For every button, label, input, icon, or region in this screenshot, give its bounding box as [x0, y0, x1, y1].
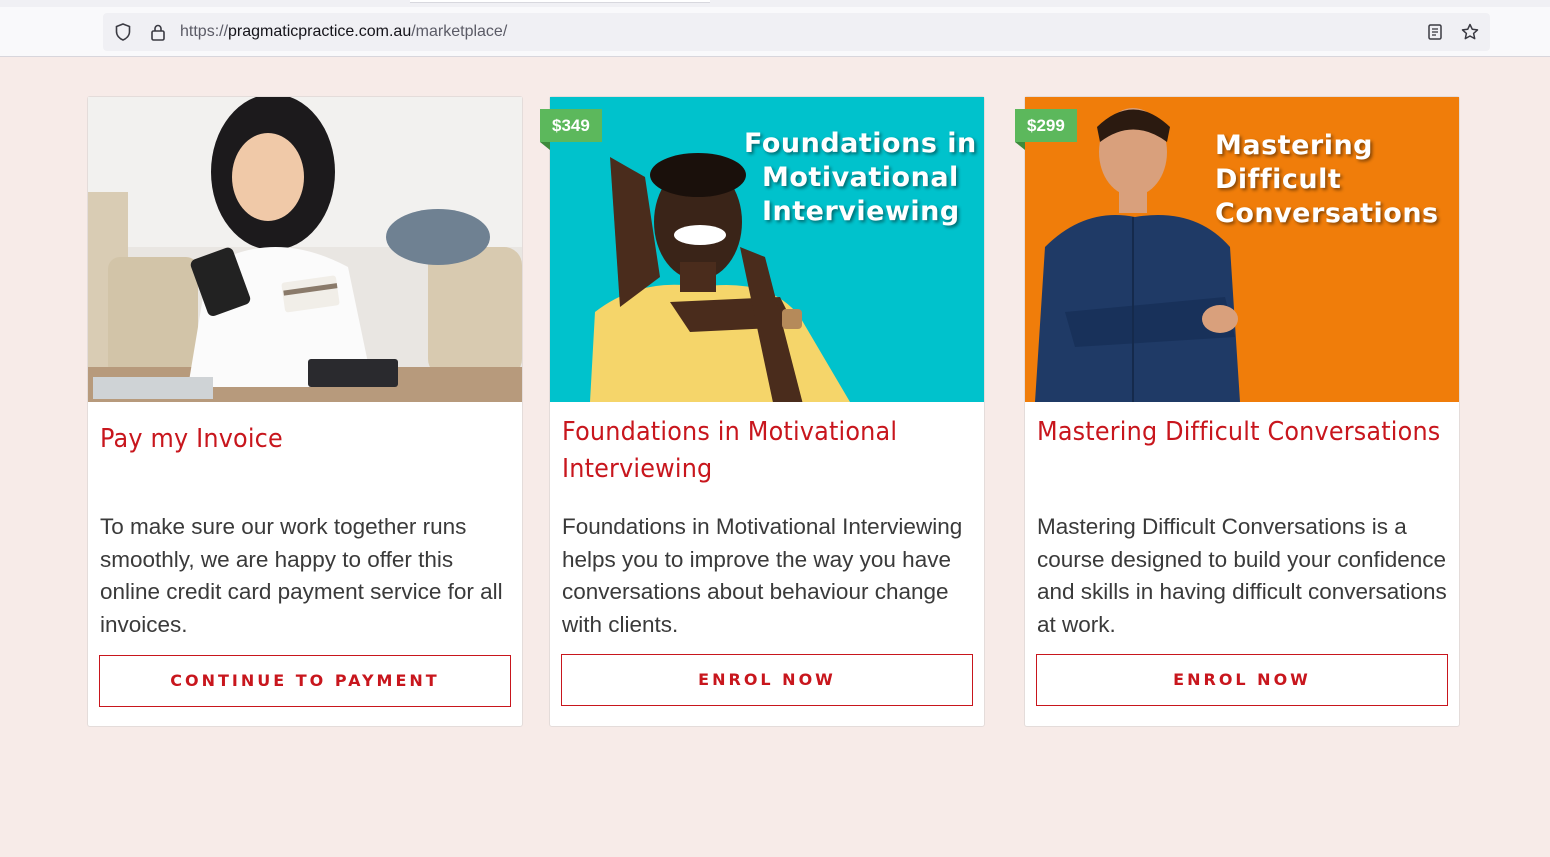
price-badge: $299: [1015, 109, 1077, 150]
enrol-now-button[interactable]: ENROL NOW: [1036, 654, 1448, 706]
card-title[interactable]: Foundations in Motivational Interviewing: [562, 414, 967, 488]
active-tab-edge[interactable]: [410, 0, 710, 3]
product-card-difficult-conversations: Mastering Difficult Conversations $299 M…: [1015, 96, 1460, 727]
card-description: Foundations in Motivational Interviewing…: [562, 514, 963, 637]
card-title[interactable]: Mastering Difficult Conversations: [1037, 414, 1442, 451]
card-description: To make sure our work together runs smoo…: [100, 514, 503, 637]
product-card-invoice: Pay my Invoice To make sure our work tog…: [87, 96, 523, 727]
difficult-conversations-banner[interactable]: Mastering Difficult Conversations: [1025, 97, 1459, 402]
url-text[interactable]: https://pragmaticpractice.com.au/marketp…: [180, 23, 507, 41]
url-path: /marketplace/: [411, 23, 508, 40]
hero-line-1: Mastering: [1215, 130, 1373, 161]
invoice-photo[interactable]: [88, 97, 522, 402]
shield-icon[interactable]: [113, 22, 133, 42]
reader-view-icon[interactable]: [1425, 22, 1445, 42]
product-card-motivational-interviewing: Foundations in Motivational Interviewing…: [540, 96, 985, 727]
address-bar[interactable]: https://pragmaticpractice.com.au/marketp…: [103, 13, 1490, 51]
price-badge: $349: [540, 109, 602, 150]
card-description: Mastering Difficult Conversations is a c…: [1037, 514, 1447, 637]
hero-line-2: Difficult: [1215, 164, 1342, 195]
hero-line-2: Motivational: [762, 162, 959, 193]
card-title[interactable]: Pay my Invoice: [100, 421, 505, 458]
enrol-now-button[interactable]: ENROL NOW: [561, 654, 973, 706]
url-host: pragmaticpractice.com.au: [228, 23, 412, 40]
tab-strip: [0, 0, 1550, 7]
hero-line-3: Interviewing: [762, 196, 960, 227]
url-scheme: https://: [180, 23, 229, 40]
bookmark-star-icon[interactable]: [1460, 22, 1480, 42]
hero-line-3: Conversations: [1215, 198, 1439, 229]
lock-icon[interactable]: [148, 22, 168, 42]
hero-line-1: Foundations in: [744, 128, 977, 159]
motivational-interviewing-banner[interactable]: Foundations in Motivational Interviewing: [550, 97, 984, 402]
browser-toolbar: https://pragmaticpractice.com.au/marketp…: [0, 7, 1550, 57]
continue-to-payment-button[interactable]: CONTINUE TO PAYMENT: [99, 655, 511, 707]
